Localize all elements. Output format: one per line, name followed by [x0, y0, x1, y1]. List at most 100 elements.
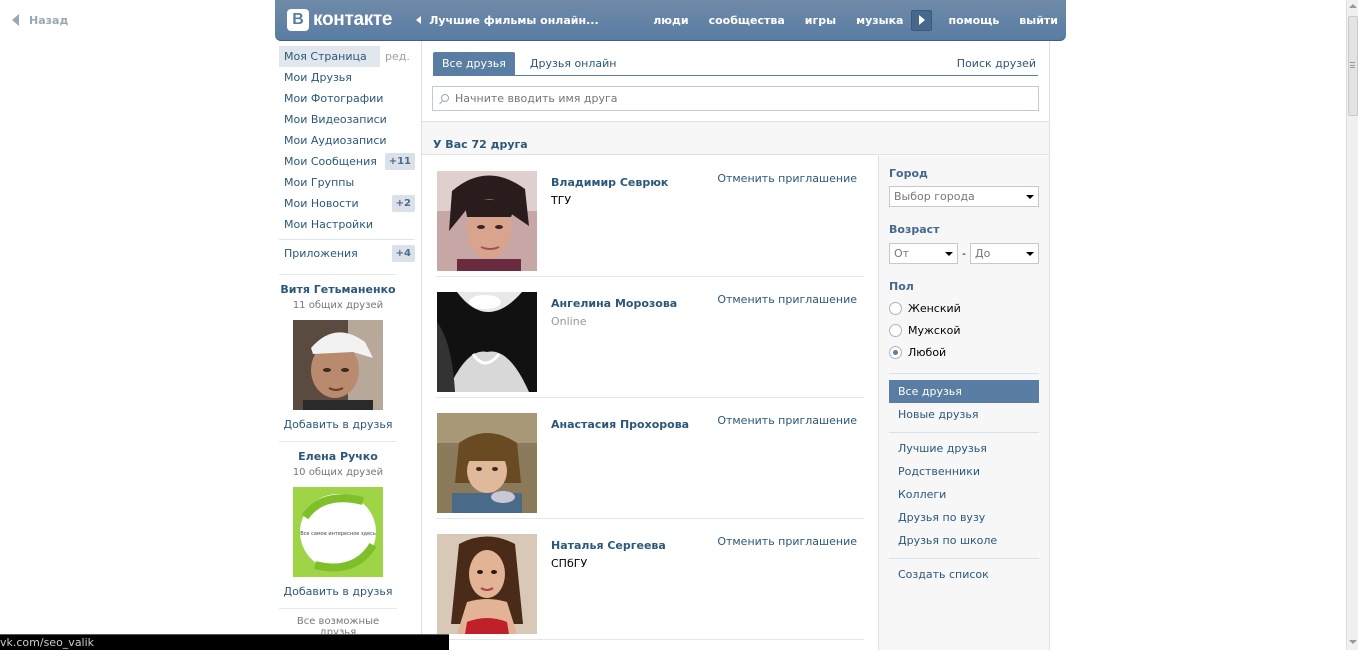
- list-best-friends[interactable]: Лучшие друзья: [889, 437, 1039, 460]
- menu-my-messages[interactable]: Мои Сообщения +11: [279, 151, 415, 172]
- menu-my-photos[interactable]: Мои Фотографии: [279, 88, 415, 109]
- find-friends-link[interactable]: Поиск друзей: [957, 57, 1036, 70]
- nav-people[interactable]: люди: [653, 14, 688, 27]
- friends-count-summary: У Вас 72 друга: [422, 122, 1049, 155]
- menu-label: Мои Видеозаписи: [284, 113, 387, 126]
- friend-photo[interactable]: [437, 413, 537, 513]
- play-arrow-icon: [918, 15, 925, 25]
- friend-name[interactable]: Владимир Севрюк: [551, 176, 668, 189]
- friends-tabs: Все друзья Друзья онлайн Поиск друзей: [433, 41, 1038, 76]
- apps-count-badge: +4: [391, 245, 415, 262]
- nav-games[interactable]: игры: [805, 14, 836, 27]
- add-friend-link[interactable]: Добавить в друзья: [279, 585, 397, 608]
- suggestion-name[interactable]: Елена Ручко: [279, 450, 397, 463]
- menu-label: Мои Группы: [284, 176, 355, 189]
- city-select-value: Выбор города: [894, 190, 975, 203]
- cancel-invitation-link[interactable]: Отменить приглашение: [717, 535, 857, 548]
- radio-label: Женский: [908, 301, 961, 315]
- logo-letter: В: [287, 9, 309, 31]
- suggestion-photo[interactable]: Все самое интересное здесь: [293, 487, 383, 577]
- friend-university: ТГУ: [551, 194, 572, 207]
- list-relatives[interactable]: Родственники: [889, 460, 1039, 483]
- menu-my-groups[interactable]: Мои Группы: [279, 172, 415, 193]
- age-range: От - До: [889, 243, 1039, 264]
- suggestion-photo[interactable]: [293, 320, 383, 410]
- filters-panel: Город Выбор города Возраст От - До Пол Ж…: [878, 156, 1049, 650]
- tab-all-friends[interactable]: Все друзья: [433, 52, 515, 75]
- list-new-friends[interactable]: Новые друзья: [889, 403, 1039, 426]
- cancel-invitation-link[interactable]: Отменить приглашение: [717, 414, 857, 427]
- menu-my-news[interactable]: Мои Новости +2: [279, 193, 415, 214]
- list-all-friends[interactable]: Все друзья: [889, 380, 1039, 403]
- menu-divider: [279, 239, 415, 240]
- radio-button[interactable]: [889, 323, 902, 337]
- edit-link[interactable]: ред.: [385, 50, 410, 63]
- menu-my-videos[interactable]: Мои Видеозаписи: [279, 109, 415, 130]
- menu-label: Мои Сообщения: [284, 155, 377, 168]
- menu-apps[interactable]: Приложения +4: [279, 243, 415, 264]
- nav-music[interactable]: музыка: [856, 14, 903, 27]
- nav-help[interactable]: помощь: [948, 14, 999, 27]
- nav-communities[interactable]: сообщества: [709, 14, 785, 27]
- top-nav: люди сообщества игры музыка помощь выйти: [633, 9, 1058, 31]
- chevron-down-icon: [945, 251, 953, 256]
- suggestion-mutual-count: 10 общих друзей: [292, 467, 384, 478]
- friend-photo[interactable]: [437, 171, 537, 271]
- age-from-select[interactable]: От: [889, 243, 958, 264]
- radio-label: Мужской: [908, 323, 961, 337]
- age-label: Возраст: [889, 223, 940, 236]
- news-count-badge: +2: [391, 195, 415, 212]
- status-bar: vk.com/seo_valik: [0, 634, 449, 650]
- friend-name[interactable]: Анастасия Прохорова: [551, 418, 689, 431]
- menu-label: Мои Друзья: [284, 71, 352, 84]
- menu-my-page[interactable]: Моя Страница ред.: [279, 46, 410, 67]
- friend-row: Наталья Сергеева СПбГУ Отменить приглаше…: [436, 519, 864, 640]
- menu-label: Мои Настройки: [284, 218, 373, 231]
- menu-my-settings[interactable]: Мои Настройки: [279, 214, 415, 235]
- menu-label: Мои Новости: [284, 197, 359, 210]
- city-select[interactable]: Выбор города: [889, 186, 1039, 207]
- friend-online-status: Online: [551, 315, 587, 328]
- nav-logout[interactable]: выйти: [1019, 14, 1058, 27]
- cancel-invitation-link[interactable]: Отменить приглашение: [717, 293, 857, 306]
- sex-option-male[interactable]: Мужской: [889, 323, 1039, 337]
- chevron-down-icon: [1026, 194, 1034, 199]
- sex-option-any[interactable]: Любой: [889, 345, 1039, 359]
- left-menu: Моя Страница ред. Мои Друзья Мои Фотогра…: [279, 46, 415, 638]
- radio-button-selected[interactable]: [889, 345, 902, 359]
- nav-more-button[interactable]: [911, 9, 933, 31]
- search-box[interactable]: [432, 86, 1039, 111]
- friend-photo[interactable]: [437, 292, 537, 392]
- friend-suggestion: Витя Гетьманенко 11 общих друзей Добавит…: [279, 274, 397, 441]
- friend-name[interactable]: Наталья Сергеева: [551, 539, 666, 552]
- list-school-friends[interactable]: Друзья по школе: [889, 529, 1039, 552]
- menu-my-friends[interactable]: Мои Друзья: [279, 67, 415, 88]
- filters-divider: [889, 373, 1039, 374]
- suggestion-name[interactable]: Витя Гетьманенко: [279, 283, 397, 296]
- search-input[interactable]: [455, 92, 1015, 105]
- sex-option-female[interactable]: Женский: [889, 301, 1039, 315]
- friends-list: Владимир Севрюк ТГУ Отменить приглашение…: [422, 156, 878, 640]
- promo-arrow-icon: [416, 16, 422, 24]
- list-university-friends[interactable]: Друзья по вузу: [889, 506, 1039, 529]
- cancel-invitation-link[interactable]: Отменить приглашение: [717, 172, 857, 185]
- friend-row: Анастасия Прохорова Отменить приглашение: [436, 398, 864, 519]
- menu-label: Приложения: [284, 247, 358, 260]
- back-button[interactable]: Назад: [12, 12, 68, 28]
- tab-friends-online[interactable]: Друзья онлайн: [521, 52, 626, 75]
- promo-link[interactable]: Лучшие фильмы онлайн...: [416, 14, 601, 27]
- search-icon: [439, 93, 449, 104]
- create-list-link[interactable]: Создать список: [889, 563, 1039, 586]
- radio-button[interactable]: [889, 301, 902, 315]
- friend-photo[interactable]: [437, 534, 537, 634]
- age-to-select[interactable]: До: [969, 243, 1039, 264]
- scroll-down-icon[interactable]: [1349, 640, 1357, 644]
- add-friend-link[interactable]: Добавить в друзья: [279, 418, 397, 441]
- list-colleagues[interactable]: Коллеги: [889, 483, 1039, 506]
- logo[interactable]: В контакте: [287, 9, 393, 31]
- scroll-up-icon[interactable]: [1349, 4, 1357, 8]
- menu-my-audio[interactable]: Мои Аудиозаписи: [279, 130, 415, 151]
- friend-university: СПбГУ: [551, 557, 588, 570]
- friend-name[interactable]: Ангелина Морозова: [551, 297, 677, 310]
- scrollbar[interactable]: [1346, 0, 1358, 650]
